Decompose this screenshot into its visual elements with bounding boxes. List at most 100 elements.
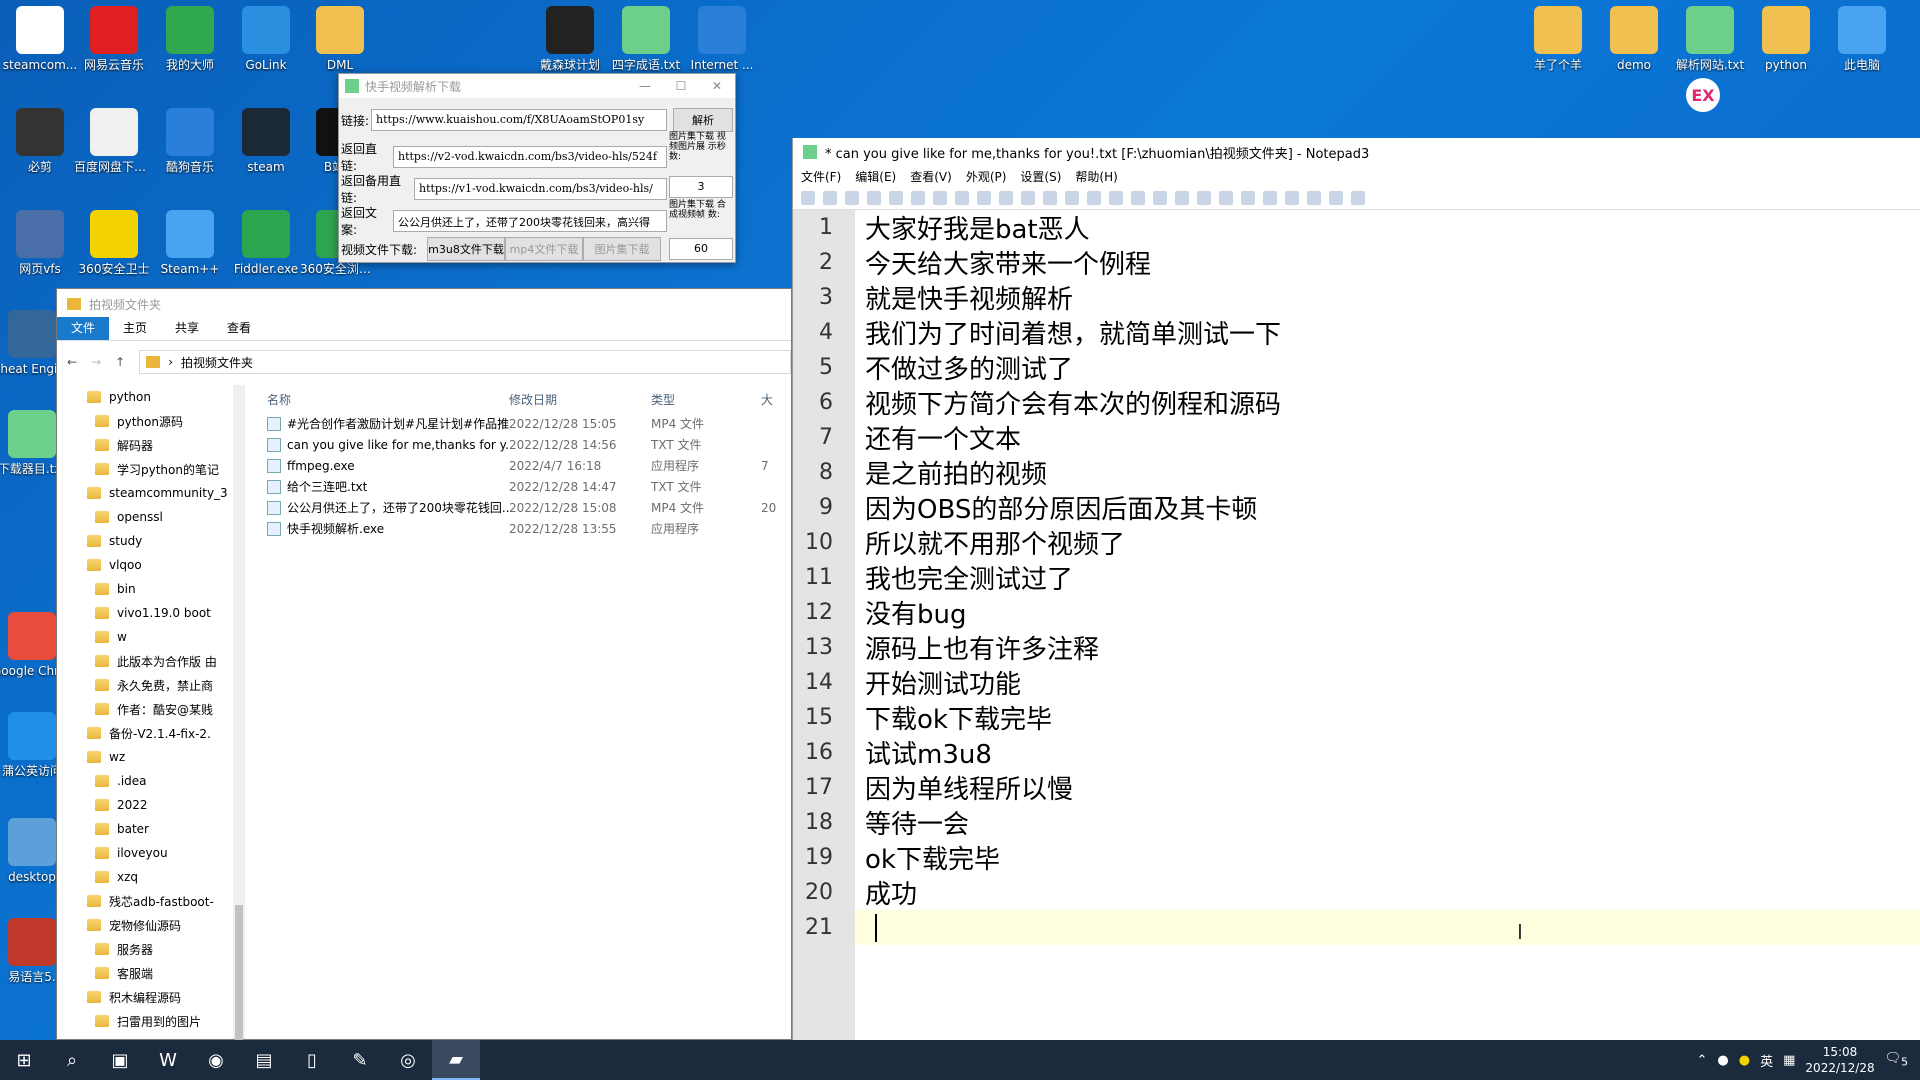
- toolbar-button-icon[interactable]: [845, 190, 859, 205]
- imgset-seconds-input[interactable]: 3: [669, 176, 733, 198]
- desktop-icon[interactable]: 解析网站.txt: [1670, 6, 1750, 72]
- notepad-plus-icon[interactable]: ✎: [336, 1040, 384, 1080]
- desktop-icon[interactable]: 网页vfs: [0, 210, 80, 276]
- clock[interactable]: 15:08 2022/12/28: [1805, 1044, 1874, 1076]
- desktop-icon[interactable]: DML: [300, 6, 380, 72]
- nav-item[interactable]: 积木编程源码: [57, 985, 232, 1009]
- toolbar-button-icon[interactable]: [889, 190, 903, 205]
- editor-line[interactable]: 17 因为单线程所以慢: [805, 770, 1920, 805]
- 360-icon[interactable]: ●: [1739, 1053, 1750, 1068]
- nav-item[interactable]: 永久免费，禁止商: [57, 673, 232, 697]
- desktop-icon[interactable]: 我的大师: [150, 6, 230, 72]
- desktop-icon[interactable]: 羊了个羊: [1518, 6, 1598, 72]
- menu-item[interactable]: 文件(F): [801, 168, 841, 185]
- nav-item[interactable]: bater: [57, 817, 232, 841]
- toolbar-button-icon[interactable]: [1109, 190, 1123, 205]
- nav-item[interactable]: study: [57, 529, 232, 553]
- nav-item[interactable]: 服务器: [57, 937, 232, 961]
- nav-item[interactable]: steamcommunity_3: [57, 481, 232, 505]
- kuaishou-tool-window[interactable]: 快手视频解析下载 — ☐ ✕ 链接: https://www.kuaishou.…: [338, 73, 736, 263]
- ribbon-tab[interactable]: 查看: [213, 317, 265, 340]
- editor-line[interactable]: 2 今天给大家带来一个例程: [819, 245, 1920, 280]
- up-arrow-icon[interactable]: ↑: [115, 355, 125, 369]
- editor-line[interactable]: 15 下载ok下载完毕: [805, 700, 1920, 735]
- qq-icon[interactable]: ●: [1717, 1053, 1728, 1068]
- nav-item[interactable]: python: [57, 385, 232, 409]
- nav-item[interactable]: 2022: [57, 793, 232, 817]
- menu-item[interactable]: 查看(V): [910, 168, 952, 185]
- file-row[interactable]: 快手视频解析.exe 2022/12/28 13:55 应用程序: [247, 518, 791, 539]
- caption-input[interactable]: 公公月供还上了，还带了200块零花钱回来，高兴得: [393, 210, 667, 232]
- address-bar[interactable]: › 拍视频文件夹: [139, 350, 791, 374]
- toolbar-button-icon[interactable]: [1285, 190, 1299, 205]
- editor-line[interactable]: 4 我们为了时间着想，就简单测试一下: [819, 315, 1920, 350]
- terminal-icon[interactable]: ▣: [96, 1040, 144, 1080]
- editor-line[interactable]: 19 ok下载完毕: [805, 840, 1920, 875]
- desktop-icon[interactable]: 网易云音乐: [74, 6, 154, 72]
- nav-item[interactable]: python源码: [57, 409, 232, 433]
- desktop-icon[interactable]: 戴森球计划: [530, 6, 610, 72]
- file-row[interactable]: #光合创作者激励计划#凡星计划#作品推... 2022/12/28 15:05 MP…: [247, 413, 791, 434]
- nav-item[interactable]: iloveyou: [57, 841, 232, 865]
- close-button[interactable]: ✕: [699, 79, 735, 93]
- toolbar-button-icon[interactable]: [1197, 190, 1211, 205]
- notepad-titlebar[interactable]: * can you give like for me,thanks for yo…: [793, 138, 1920, 166]
- desktop-icon[interactable]: 必剪: [0, 108, 80, 174]
- column-type[interactable]: 类型: [651, 391, 761, 408]
- nav-item[interactable]: openssl: [57, 505, 232, 529]
- toolbar-button-icon[interactable]: [999, 190, 1013, 205]
- file-explorer-icon[interactable]: ▤: [240, 1040, 288, 1080]
- toolbar-button-icon[interactable]: [1329, 190, 1343, 205]
- link-input[interactable]: https://www.kuaishou.com/f/X8UAoamStOP01…: [371, 109, 667, 131]
- desktop-icon[interactable]: 百度网盘下载 完毕提示音...: [74, 108, 154, 174]
- toolbar-button-icon[interactable]: [823, 190, 837, 205]
- toolbar-button-icon[interactable]: [1021, 190, 1035, 205]
- desktop-icon[interactable]: python: [1746, 6, 1826, 72]
- editor-line[interactable]: 10 所以就不用那个视频了: [805, 525, 1920, 560]
- app-blue-icon[interactable]: ▯: [288, 1040, 336, 1080]
- toolbar-button-icon[interactable]: [1131, 190, 1145, 205]
- nav-item[interactable]: vlqoo: [57, 553, 232, 577]
- toolbar-button-icon[interactable]: [1219, 190, 1233, 205]
- desktop-icon[interactable]: steam: [226, 108, 306, 174]
- nav-item[interactable]: 学习python的笔记: [57, 457, 232, 481]
- desktop-icon[interactable]: Fiddler.exe: [226, 210, 306, 276]
- nav-scrollbar[interactable]: [233, 385, 245, 1045]
- imgset-download-button[interactable]: 图片集下载: [583, 237, 661, 261]
- nav-item[interactable]: 此版本为合作版 由: [57, 649, 232, 673]
- ribbon-tab[interactable]: 主页: [109, 317, 161, 340]
- nav-item[interactable]: 宠物修仙源码: [57, 913, 232, 937]
- nav-item[interactable]: 残芯adb-fastboot-: [57, 889, 232, 913]
- editor-line[interactable]: 5 不做过多的测试了: [819, 350, 1920, 385]
- nav-item[interactable]: wz: [57, 745, 232, 769]
- notepad3-icon[interactable]: ▰: [432, 1040, 480, 1080]
- maximize-button[interactable]: ☐: [663, 79, 699, 93]
- toolbar-button-icon[interactable]: [977, 190, 991, 205]
- m3u8-download-button[interactable]: m3u8文件下载: [427, 237, 505, 261]
- windows-start-icon[interactable]: ⊞: [0, 1040, 48, 1080]
- backup-link-input[interactable]: https://v1-vod.kwaicdn.com/bs3/video-hls…: [414, 178, 667, 200]
- mp4-download-button[interactable]: mp4文件下载: [505, 237, 583, 261]
- direct-link-input[interactable]: https://v2-vod.kwaicdn.com/bs3/video-hls…: [393, 146, 667, 168]
- nav-item[interactable]: 扫雷用到的图片: [57, 1009, 232, 1033]
- toolbar-button-icon[interactable]: [1087, 190, 1101, 205]
- desktop-icon[interactable]: Steam++: [150, 210, 230, 276]
- toolbar-button-icon[interactable]: [801, 190, 815, 205]
- editor-line[interactable]: 8 是之前拍的视频: [819, 455, 1920, 490]
- nav-item[interactable]: 解码器: [57, 433, 232, 457]
- toolbar-button-icon[interactable]: [911, 190, 925, 205]
- editor-line[interactable]: 7 还有一个文本: [819, 420, 1920, 455]
- file-row[interactable]: can you give like for me,thanks for y...…: [247, 434, 791, 455]
- column-name[interactable]: 名称: [247, 391, 509, 408]
- toolbar-button-icon[interactable]: [1043, 190, 1057, 205]
- toolbar-button-icon[interactable]: [1175, 190, 1189, 205]
- file-row[interactable]: 给个三连吧.txt 2022/12/28 14:47 TXT 文件: [247, 476, 791, 497]
- menu-item[interactable]: 设置(S): [1020, 168, 1061, 185]
- toolbar-button-icon[interactable]: [1153, 190, 1167, 205]
- toolbar-button-icon[interactable]: [1241, 190, 1255, 205]
- scrollbar-thumb[interactable]: [235, 905, 243, 1045]
- nav-item[interactable]: w: [57, 625, 232, 649]
- toolbar-button-icon[interactable]: [867, 190, 881, 205]
- nav-item[interactable]: .idea: [57, 769, 232, 793]
- wps-icon[interactable]: W: [144, 1040, 192, 1080]
